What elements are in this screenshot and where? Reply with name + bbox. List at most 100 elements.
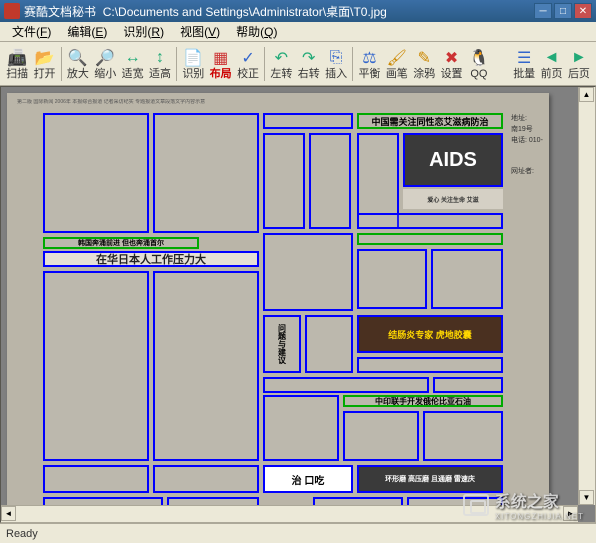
ad-region[interactable]: 治 口吃 [263,465,353,493]
app-icon [4,3,20,19]
pen-button[interactable]: ✎涂鸦 [411,44,437,84]
status-text: Ready [6,528,38,540]
text-region[interactable] [153,465,259,493]
menubar: 文件(F) 编辑(E) 识别(R) 视图(V) 帮助(Q) [0,22,596,42]
correct-icon: ✓ [238,48,258,68]
toolbar-separator [176,47,177,81]
rotate-left-icon: ↶ [271,48,291,68]
app-window: 赛酷文档秘书 C:\Documents and Settings\Adminis… [0,0,596,543]
brush-button[interactable]: 🖌画笔 [384,44,410,84]
text-region[interactable] [43,113,149,233]
menu-edit[interactable]: 编辑(E) [59,21,115,42]
fit-height-button[interactable]: ↕适高 [147,44,173,84]
text-region[interactable] [153,113,259,233]
text-region[interactable] [343,411,419,461]
aids-subtitle: 爱心 关注生命 艾滋 [403,189,503,209]
brush-icon: 🖌 [387,48,407,68]
horizontal-scrollbar[interactable]: ◄ ► [1,505,578,522]
gear-icon: ✖ [442,48,462,68]
insert-icon: ⎘ [326,48,346,68]
text-region[interactable] [263,233,353,311]
next-icon: ► [569,48,589,68]
text-region[interactable] [423,411,503,461]
rotate-right-icon: ↷ [299,48,319,68]
headline-region[interactable]: 在华日本人工作压力大 [43,251,259,267]
scroll-left-button[interactable]: ◄ [1,506,16,521]
issue-region[interactable]: 问题与建议 [263,315,301,373]
scroll-right-button[interactable]: ► [563,506,578,521]
statusbar: Ready [0,523,596,543]
prev-page-button[interactable]: ◄前页 [538,44,564,84]
recognize-button[interactable]: 📄识别 [180,44,206,84]
settings-button[interactable]: ✖设置 [438,44,464,84]
toolbar-separator [352,47,353,81]
fit-height-icon: ↕ [150,48,170,68]
text-region[interactable] [263,377,429,393]
insert-button[interactable]: ⎘插入 [323,44,349,84]
balance-icon: ⚖ [359,48,379,68]
fit-width-icon: ↔ [123,48,143,68]
text-region[interactable] [309,133,351,229]
image-region[interactable]: AIDS [403,133,503,187]
balance-button[interactable]: ⚖平衡 [356,44,382,84]
scan-button[interactable]: 📠扫描 [4,44,30,84]
maximize-button[interactable]: □ [554,3,572,19]
scanned-page: 第二版 国际新闻 2006年 本报综合报道 记者采访纪实 专题报道文章段落文字内… [7,93,549,523]
text-region[interactable] [263,113,353,129]
toolbar: 📠扫描 📂打开 🔍放大 🔎缩小 ↔适宽 ↕适高 📄识别 ▦布局 ✓校正 ↶左转 … [0,42,596,86]
rotate-left-button[interactable]: ↶左转 [268,44,294,84]
headline-region[interactable]: 中国需关注同性恋艾滋病防治 [357,113,503,129]
menu-file[interactable]: 文件(F) [4,21,59,42]
scanner-icon: 📠 [7,48,27,68]
prev-icon: ◄ [542,48,562,68]
next-page-button[interactable]: ►后页 [566,44,592,84]
ad-region[interactable]: 结肠炎专家 虎地胶囊 [357,315,503,353]
menu-view[interactable]: 视图(V) [172,21,228,42]
text-region[interactable] [43,465,149,493]
window-controls: ─ □ ✕ [534,3,592,19]
zoom-out-button[interactable]: 🔎缩小 [92,44,118,84]
menu-help[interactable]: 帮助(Q) [228,21,285,42]
aids-ad: AIDS [405,135,501,185]
close-button[interactable]: ✕ [574,3,592,19]
text-region[interactable] [357,233,503,245]
batch-button[interactable]: ☰批量 [511,44,537,84]
ad-region[interactable]: 环形磨 高压磨 且通磨 雷速庆 [357,465,503,493]
open-button[interactable]: 📂打开 [31,44,57,84]
qq-button[interactable]: 🐧QQ [466,44,492,84]
layout-icon: ▦ [211,48,231,68]
fit-width-button[interactable]: ↔适宽 [119,44,145,84]
text-region[interactable] [357,249,427,309]
text-region[interactable] [153,271,259,461]
subheadline-region[interactable]: 韩国奔涌前进 但也奔涌首尔 [43,237,199,249]
zoom-out-icon: 🔎 [95,48,115,68]
window-title: 赛酷文档秘书 C:\Documents and Settings\Adminis… [24,3,534,20]
scroll-up-button[interactable]: ▲ [579,87,594,102]
vertical-scrollbar[interactable]: ▲ ▼ [578,87,595,505]
text-region[interactable] [431,249,503,309]
text-region[interactable] [43,271,149,461]
scroll-down-button[interactable]: ▼ [579,490,594,505]
folder-open-icon: 📂 [35,48,55,68]
rotate-right-button[interactable]: ↷右转 [296,44,322,84]
zoom-in-icon: 🔍 [68,48,88,68]
text-region[interactable] [357,213,503,229]
text-region[interactable] [263,395,339,461]
headline-region[interactable]: 中印联手开发俄伦比亚石油 [343,395,503,407]
text-region[interactable] [433,377,503,393]
zoom-in-button[interactable]: 🔍放大 [65,44,91,84]
menu-recognize[interactable]: 识别(R) [115,21,172,42]
batch-icon: ☰ [514,48,534,68]
page-header-text: 第二版 国际新闻 2006年 本报综合报道 记者采访纪实 专题报道文章段落文字内… [17,99,539,111]
document-viewport[interactable]: 第二版 国际新闻 2006年 本报综合报道 记者采访纪实 专题报道文章段落文字内… [0,86,596,523]
text-region[interactable] [305,315,353,373]
text-region[interactable] [357,357,503,373]
pen-icon: ✎ [414,48,434,68]
layout-button[interactable]: ▦布局 [208,44,234,84]
ocr-icon: 📄 [183,48,203,68]
sidebar-info: 地址: 南19号 电话: 010- 网址者: [511,113,545,177]
correct-button[interactable]: ✓校正 [235,44,261,84]
text-region[interactable] [263,133,305,229]
minimize-button[interactable]: ─ [534,3,552,19]
toolbar-separator [264,47,265,81]
